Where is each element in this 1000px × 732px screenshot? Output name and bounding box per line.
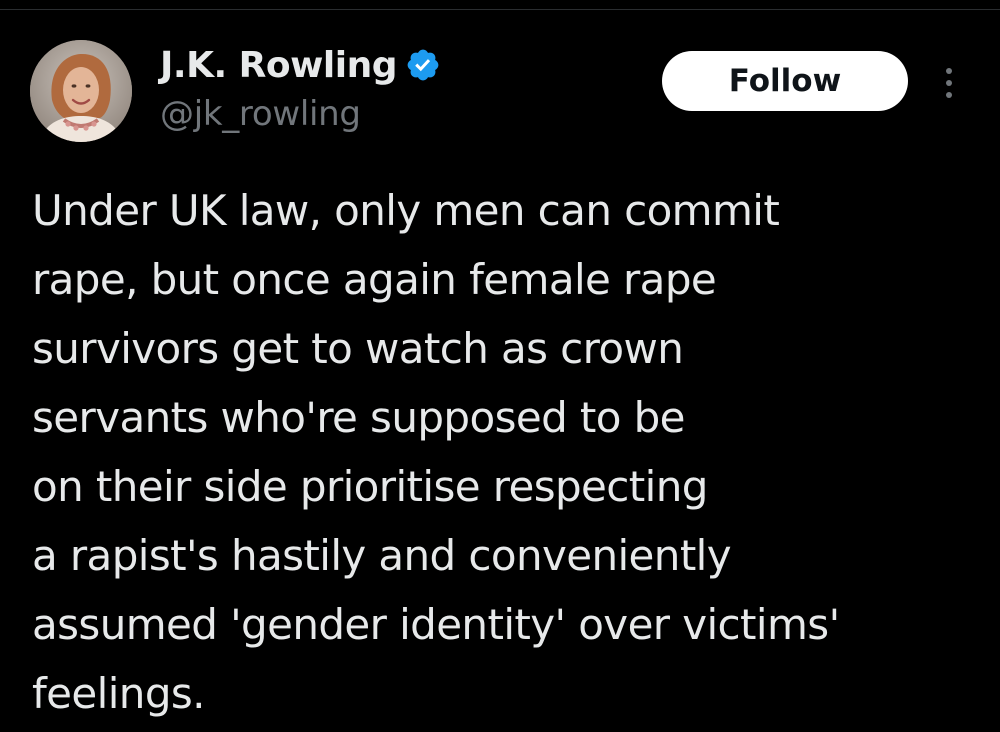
profile-photo [30,40,132,142]
verified-badge-icon[interactable] [405,47,441,83]
author-name-row: J.K. Rowling [160,40,441,90]
more-options-icon[interactable] [932,58,966,108]
follow-button[interactable]: Follow [662,51,908,111]
tweet-text-line: Under UK law, only men can commit [32,186,780,235]
author-display-name[interactable]: J.K. Rowling [160,45,397,86]
author-handle[interactable]: @jk_rowling [160,94,361,134]
tweet-text-line: survivors get to watch as crown [32,324,684,373]
avatar[interactable] [30,40,132,142]
tweet-text-line: a rapist's hastily and conveniently [32,531,732,580]
more-dot [946,80,952,86]
tweet-card: J.K. Rowling @jk_rowling Follow Under UK… [0,10,1000,732]
tweet-text-line: servants who're supposed to be [32,393,686,442]
tweet-text-line: feelings. [32,669,206,718]
tweet-text-line: on their side prioritise respecting [32,462,708,511]
tweet-text-line: rape, but once again female rape [32,255,717,304]
more-dot [946,92,952,98]
tweet-text: Under UK law, only men can commit rape, … [32,176,982,728]
top-divider [0,0,1000,10]
tweet-text-line: assumed 'gender identity' over victims' [32,600,840,649]
more-dot [946,68,952,74]
